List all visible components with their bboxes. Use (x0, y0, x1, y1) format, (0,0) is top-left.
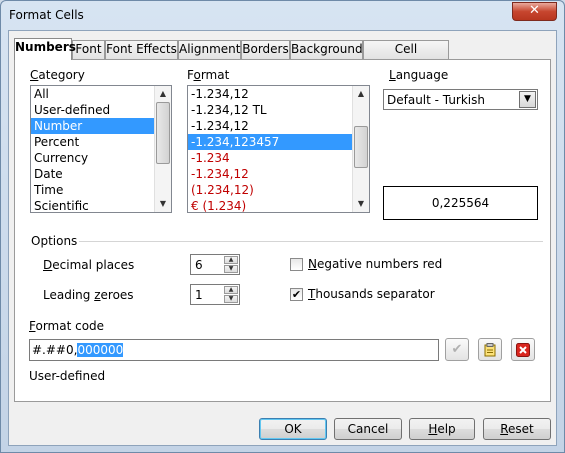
format-code-input[interactable]: #.##0,000000 (29, 339, 439, 361)
leading-zeroes-label: Leading zeroes (43, 288, 134, 302)
options-divider (79, 241, 543, 242)
format-code-value: #.##0,000000 (32, 343, 124, 357)
category-item[interactable]: Scientific (31, 198, 171, 212)
preview-value: 0,225564 (431, 196, 490, 210)
negative-red-checkbox[interactable] (290, 258, 303, 271)
format-preview: 0,225564 (383, 186, 538, 220)
cancel-label: Cancel (347, 422, 389, 436)
leading-zeroes-stepper[interactable]: 1 ▲ ▼ (190, 284, 240, 305)
format-scrollbar[interactable]: ▲ ▼ (352, 86, 369, 212)
ok-label: OK (284, 422, 302, 436)
tab-cell-protection[interactable]: Cell Protection (363, 40, 449, 73)
decimal-places-stepper[interactable]: 6 ▲ ▼ (190, 254, 240, 275)
format-item[interactable]: -1.234,12 (188, 86, 369, 102)
scroll-thumb[interactable] (156, 102, 170, 164)
tab-borders-label: Borders (242, 42, 289, 56)
edit-comment-button[interactable] (478, 338, 502, 361)
tab-borders[interactable]: Borders (241, 40, 290, 59)
reset-button[interactable]: Reset (483, 418, 551, 440)
spin-down-icon[interactable]: ▼ (224, 295, 238, 303)
thousands-separator-label[interactable]: Thousands separator (308, 287, 435, 301)
tab-alignment[interactable]: Alignment (178, 40, 241, 59)
format-label: Format (187, 68, 230, 82)
ok-button[interactable]: OK (259, 418, 327, 440)
checkmark-icon: ✔ (451, 342, 463, 357)
format-item[interactable]: -1.234,123457 (188, 134, 369, 150)
category-item[interactable]: Percent (31, 134, 171, 150)
tab-numbers[interactable]: Numbers (14, 38, 76, 60)
category-item[interactable]: User-defined (31, 102, 171, 118)
tab-background-label: Background (291, 42, 363, 56)
spin-up-icon[interactable]: ▲ (224, 286, 238, 294)
category-item[interactable]: Time (31, 182, 171, 198)
format-item[interactable]: (1.234,12) (188, 182, 369, 198)
close-button[interactable]: ✕ (512, 2, 557, 21)
help-label: Help (428, 422, 456, 436)
title-bar[interactable]: Format Cells ✕ (1, 1, 564, 29)
category-item[interactable]: All (31, 86, 171, 102)
format-list[interactable]: -1.234,12 -1.234,12 TL -1.234,12 -1.234,123… (187, 85, 370, 213)
tab-font-effects-label: Font Effects (106, 42, 177, 56)
leading-zeroes-value: 1 (195, 288, 203, 302)
decimal-places-value: 6 (195, 258, 203, 272)
check-icon: ✔ (291, 288, 302, 301)
format-code-label: Format code (29, 319, 105, 333)
scroll-thumb[interactable] (354, 126, 368, 168)
language-select[interactable]: Default - Turkish ▼ (383, 89, 538, 110)
format-cells-dialog: Format Cells ✕ Numbers Font Font Effects… (0, 0, 565, 453)
format-item[interactable]: -1.234,12 (188, 166, 369, 182)
thousands-separator-checkbox[interactable]: ✔ (290, 288, 303, 301)
language-label: Language (389, 68, 449, 82)
dialog-title: Format Cells (9, 8, 84, 22)
scroll-down-icon[interactable]: ▼ (155, 196, 171, 212)
spin-up-icon[interactable]: ▲ (224, 256, 238, 264)
format-item[interactable]: -1.234,12 TL (188, 102, 369, 118)
negative-red-label[interactable]: Negative numbers red (308, 257, 442, 271)
category-item[interactable]: Number (31, 118, 171, 134)
reset-label: Reset (500, 422, 534, 436)
tab-font-effects[interactable]: Font Effects (105, 40, 178, 59)
close-icon: ✕ (529, 3, 540, 18)
tab-numbers-label: Numbers (15, 40, 76, 54)
note-icon (484, 343, 496, 357)
format-item[interactable]: -1.234 (188, 150, 369, 166)
tab-background[interactable]: Background (290, 40, 363, 59)
delete-format-button[interactable] (511, 338, 535, 361)
decimal-places-label: Decimal places (43, 258, 135, 272)
tab-alignment-label: Alignment (179, 42, 241, 56)
category-list[interactable]: All User-defined Number Percent Currency Date… (30, 85, 172, 213)
format-item[interactable]: € (1.234) (188, 198, 369, 212)
spin-down-icon[interactable]: ▼ (224, 265, 238, 273)
add-format-button[interactable]: ✔ (445, 338, 469, 361)
category-scrollbar[interactable]: ▲ ▼ (154, 86, 171, 212)
scroll-down-icon[interactable]: ▼ (353, 196, 369, 212)
options-heading: Options (31, 234, 78, 248)
category-item[interactable]: Date (31, 166, 171, 182)
format-description: User-defined (29, 369, 106, 383)
chevron-down-icon[interactable]: ▼ (519, 91, 536, 108)
language-value: Default - Turkish (387, 93, 485, 107)
scroll-up-icon[interactable]: ▲ (155, 86, 171, 102)
delete-icon (516, 343, 530, 357)
cancel-button[interactable]: Cancel (334, 418, 402, 440)
scroll-up-icon[interactable]: ▲ (353, 86, 369, 102)
dialog-body: Numbers Font Font Effects Alignment Bord… (8, 30, 557, 446)
format-item[interactable]: -1.234,12 (188, 118, 369, 134)
category-label: Category (30, 68, 85, 82)
help-button[interactable]: Help (409, 418, 475, 440)
tab-font[interactable]: Font (72, 40, 105, 59)
category-item[interactable]: Currency (31, 150, 171, 166)
tab-font-label: Font (75, 42, 102, 56)
